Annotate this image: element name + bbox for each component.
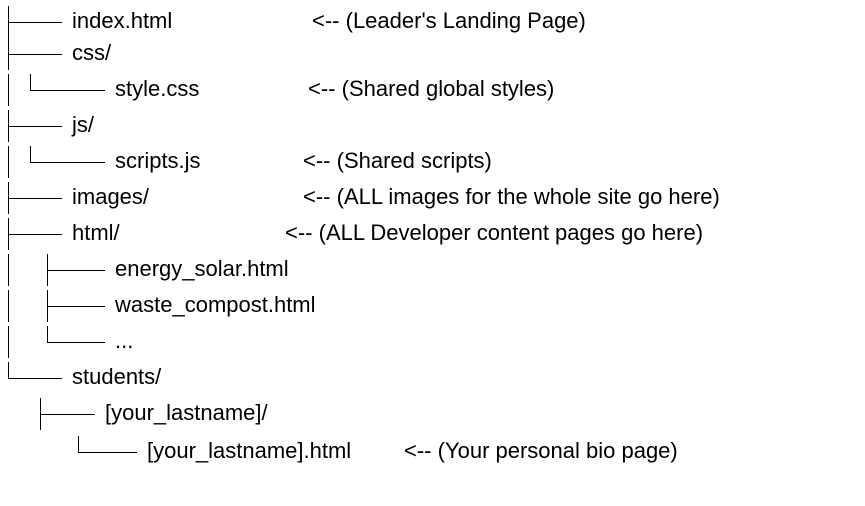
tree-corner-connector <box>30 74 31 90</box>
tree-row-lastname-file: [your_lastname].html <-- (Your personal b… <box>0 436 865 468</box>
tree-entry-note: <-- (Shared global styles) <box>308 76 555 101</box>
tree-row-index: index.html <-- (Leader's Landing Page) <box>0 6 865 38</box>
tree-horizontal-line <box>8 22 62 23</box>
tree-horizontal-line <box>30 90 105 91</box>
tree-horizontal-line <box>8 378 62 379</box>
tree-entry-name: waste_compost.html <box>115 292 316 317</box>
tree-vertical-line <box>8 290 9 322</box>
tree-vertical-line <box>8 254 9 286</box>
tree-entry-name: html/ <box>72 220 120 245</box>
tree-entry-name: js/ <box>72 112 94 137</box>
tree-entry-note: <-- (ALL images for the whole site go he… <box>303 184 720 209</box>
tree-entry-name: [your_lastname]/ <box>105 400 268 425</box>
tree-entry-name: students/ <box>72 364 162 389</box>
tree-entry-name: images/ <box>72 184 150 209</box>
tree-vertical-line <box>8 146 9 178</box>
tree-entry-name: energy_solar.html <box>115 256 289 281</box>
tree-row-lastname-dir: [your_lastname]/ <box>0 398 865 430</box>
tree-entry-note: <-- (ALL Developer content pages go here… <box>285 220 704 245</box>
tree-row-style: style.css <-- (Shared global styles) <box>0 74 865 106</box>
tree-corner-connector <box>30 146 31 162</box>
tree-row-html: html/ <-- (ALL Developer content pages go… <box>0 218 865 250</box>
tree-vertical-line <box>8 74 9 106</box>
tree-horizontal-line <box>40 414 95 415</box>
tree-entry-name: [your_lastname].html <box>147 438 352 463</box>
tree-horizontal-line <box>47 270 105 271</box>
tree-row-more: ... <box>0 326 865 358</box>
tree-row-js: js/ <box>0 110 865 142</box>
tree-horizontal-line <box>8 234 62 235</box>
tree-entry-name: ... <box>115 328 134 353</box>
tree-row-energy: energy_solar.html <box>0 254 865 286</box>
tree-row-scripts: scripts.js <-- (Shared scripts) <box>0 146 865 178</box>
tree-entry-note: <-- (Shared scripts) <box>303 148 492 173</box>
tree-vertical-line <box>8 326 9 358</box>
tree-corner-connector <box>78 436 79 452</box>
directory-tree: index.html <-- (Leader's Landing Page) css… <box>0 0 865 506</box>
tree-horizontal-line <box>8 54 62 55</box>
tree-horizontal-line <box>47 306 105 307</box>
tree-row-css: css/ <box>0 38 865 70</box>
tree-corner-connector <box>8 362 9 378</box>
tree-horizontal-line <box>30 162 105 163</box>
tree-corner-connector <box>47 326 48 342</box>
tree-entry-name: scripts.js <box>115 148 201 173</box>
tree-row-waste: waste_compost.html <box>0 290 865 322</box>
tree-entry-name: css/ <box>72 40 112 65</box>
tree-horizontal-line <box>47 342 105 343</box>
tree-horizontal-line <box>8 198 62 199</box>
tree-row-images: images/ <-- (ALL images for the whole sit… <box>0 182 865 214</box>
tree-entry-note: <-- (Leader's Landing Page) <box>312 8 586 33</box>
tree-entry-name: index.html <box>72 8 173 33</box>
tree-row-students: students/ <box>0 362 865 394</box>
tree-entry-note: <-- (Your personal bio page) <box>404 438 678 463</box>
tree-horizontal-line <box>78 452 137 453</box>
tree-entry-name: style.css <box>115 76 200 101</box>
tree-horizontal-line <box>8 126 62 127</box>
